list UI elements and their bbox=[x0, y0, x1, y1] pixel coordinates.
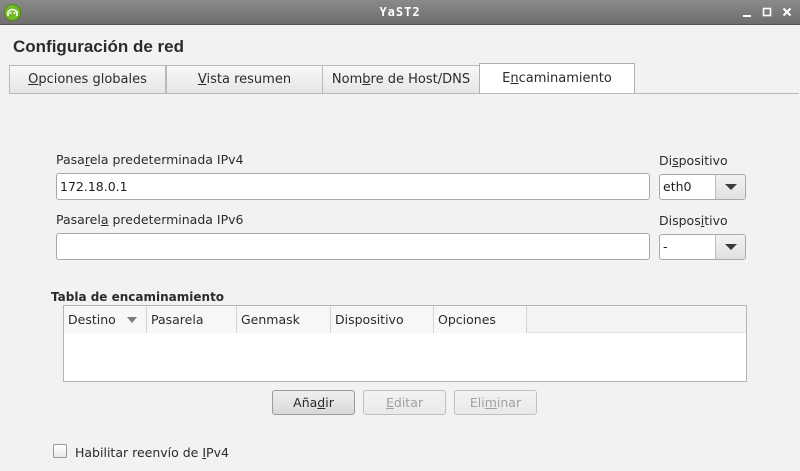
edit-button[interactable]: Editar bbox=[363, 390, 446, 415]
routing-table-header: Destino Pasarela Genmask Dispositivo Opc… bbox=[64, 306, 746, 333]
add-button[interactable]: Añadir bbox=[272, 390, 355, 415]
routing-table-title: Tabla de encaminamiento bbox=[51, 290, 225, 304]
ipv4-device-label: Dispositivo bbox=[659, 153, 728, 168]
tab-encaminamiento[interactable]: Encaminamiento bbox=[479, 63, 635, 94]
routing-table[interactable]: Destino Pasarela Genmask Dispositivo Opc… bbox=[63, 305, 747, 382]
ipv4-device-value: eth0 bbox=[663, 179, 692, 194]
ipv6-device-value: - bbox=[663, 239, 668, 254]
column-header-pasarela[interactable]: Pasarela bbox=[147, 306, 237, 333]
ipv4-forwarding-checkbox[interactable] bbox=[53, 444, 67, 458]
tab-bar: Opciones globales Vista resumen Nombre d… bbox=[9, 63, 799, 94]
window-titlebar[interactable]: YaST2 bbox=[0, 0, 800, 25]
window-title: YaST2 bbox=[379, 5, 421, 19]
dropdown-button[interactable] bbox=[715, 235, 745, 259]
dropdown-button[interactable] bbox=[715, 175, 745, 199]
ipv6-gateway-input[interactable] bbox=[56, 233, 650, 260]
tab-opciones-globales[interactable]: Opciones globales bbox=[9, 65, 166, 93]
tab-panel-divider bbox=[9, 93, 799, 94]
ipv6-gateway-label: Pasarela predeterminada IPv6 bbox=[56, 212, 244, 227]
sort-descending-icon bbox=[127, 317, 137, 323]
column-header-dispositivo[interactable]: Dispositivo bbox=[331, 306, 434, 333]
ipv4-gateway-input[interactable] bbox=[56, 173, 650, 200]
column-header-destino[interactable]: Destino bbox=[64, 306, 147, 333]
ipv4-forwarding-label[interactable]: Habilitar reenvío de IPv4 bbox=[75, 445, 229, 460]
chevron-down-icon bbox=[725, 244, 737, 250]
column-header-opciones[interactable]: Opciones bbox=[434, 306, 527, 333]
chevron-down-icon bbox=[725, 184, 737, 190]
dialog-heading: Configuración de red bbox=[13, 37, 184, 56]
tab-nombre-host-dns[interactable]: Nombre de Host/DNS bbox=[322, 65, 480, 93]
ipv4-gateway-label: Pasarela predeterminada IPv4 bbox=[56, 152, 244, 167]
ipv6-device-label: Dispositivo bbox=[659, 213, 728, 228]
delete-button[interactable]: Eliminar bbox=[454, 390, 537, 415]
ipv6-device-select[interactable]: - bbox=[659, 234, 746, 260]
close-icon[interactable] bbox=[780, 5, 794, 19]
tab-vista-resumen[interactable]: Vista resumen bbox=[166, 65, 323, 93]
maximize-icon[interactable] bbox=[760, 5, 774, 19]
ipv4-device-select[interactable]: eth0 bbox=[659, 174, 746, 200]
column-header-genmask[interactable]: Genmask bbox=[237, 306, 331, 333]
minimize-icon[interactable] bbox=[740, 5, 754, 19]
